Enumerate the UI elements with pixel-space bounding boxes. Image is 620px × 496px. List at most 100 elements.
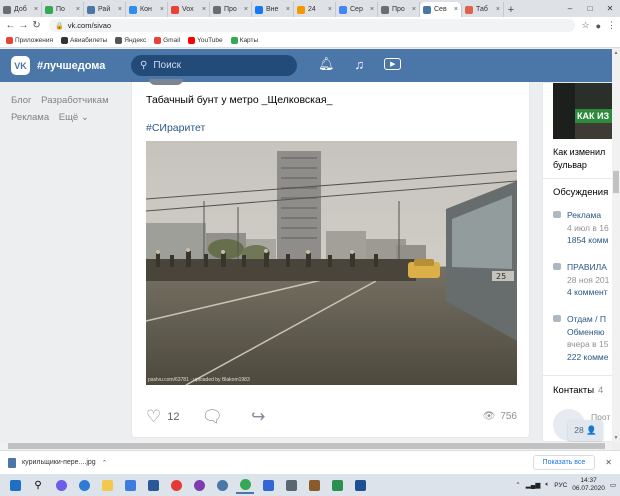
vk-search-input[interactable]: ⚲ Поиск — [131, 55, 297, 76]
contacts-header[interactable]: Контакты 4 — [553, 385, 613, 396]
related-article-image[interactable]: КАК ИЗ — [553, 83, 613, 139]
music-app-icon[interactable] — [213, 476, 231, 494]
views-counter: 👁︎ 756 — [483, 411, 517, 422]
reload-icon[interactable]: ↻ — [30, 20, 43, 31]
file-icon — [8, 457, 16, 468]
photos-icon[interactable] — [259, 476, 277, 494]
tab-close-icon[interactable]: × — [158, 6, 164, 13]
scroll-down-icon[interactable]: ▼ — [612, 435, 620, 441]
tab-close-icon[interactable]: × — [326, 6, 332, 13]
browser-tab[interactable]: По × — [42, 2, 84, 17]
more-link[interactable]: Ещё ⌄ — [59, 112, 89, 123]
tab-close-icon[interactable]: × — [368, 6, 374, 13]
tab-close-icon[interactable]: × — [116, 6, 122, 13]
tray-arrow-icon[interactable]: ⌃ — [515, 481, 520, 489]
bookmark-item[interactable]: Gmail — [154, 37, 180, 44]
forward-arrow-icon[interactable]: → — [17, 20, 30, 31]
post-hashtag[interactable]: #СИраритет — [146, 122, 205, 134]
show-all-button[interactable]: Показать все — [532, 455, 596, 470]
profile-icon[interactable]: ● — [596, 21, 601, 31]
ads-link[interactable]: Реклама — [11, 112, 49, 123]
browser-tab[interactable]: Вне × — [252, 2, 294, 17]
app-icon[interactable] — [351, 476, 369, 494]
bookmark-item[interactable]: YouTube — [188, 37, 223, 44]
minimize-button[interactable]: – — [560, 0, 580, 17]
vk-logo[interactable]: VK — [11, 56, 30, 75]
bookmark-item[interactable]: Приложения — [6, 37, 53, 44]
viber-icon[interactable] — [190, 476, 208, 494]
chevron-up-icon[interactable]: ⌃ — [102, 459, 108, 467]
browser-tab[interactable]: Vox × — [168, 2, 210, 17]
bell-icon[interactable]: 🔔︎ — [318, 56, 335, 72]
post-photo[interactable]: 25 pastvu.com/63781 · uploaded by Blakom… — [146, 141, 517, 385]
tab-close-icon[interactable]: × — [410, 6, 416, 13]
clock[interactable]: 14:37 06.07.2020 — [572, 477, 605, 493]
windows-start-icon[interactable] — [6, 476, 24, 494]
app-icon[interactable] — [328, 476, 346, 494]
tab-close-icon[interactable]: × — [284, 6, 290, 13]
vertical-scrollbar[interactable]: ▲ ▼ — [612, 49, 620, 442]
share-icon: ↪ — [251, 407, 266, 426]
discussion-item[interactable]: ПРАВИЛА 28 ноя 201 4 коммент — [553, 261, 613, 299]
online-friends-badge[interactable]: 28 👤 — [568, 420, 603, 441]
related-article-caption[interactable]: Как изменил бульвар — [553, 146, 613, 172]
discussion-item[interactable]: Отдам / П Обменяю вчера в 15 222 комме — [553, 313, 613, 363]
store-icon[interactable] — [121, 476, 139, 494]
browser-tab[interactable]: Сер × — [336, 2, 378, 17]
scrollbar-thumb[interactable] — [613, 171, 619, 193]
horizontal-scrollbar[interactable] — [0, 442, 612, 450]
scroll-up-icon[interactable]: ▲ — [612, 50, 620, 56]
like-button[interactable]: ♡ 12 — [146, 408, 180, 425]
notifications-icon[interactable]: ▭ — [610, 481, 616, 489]
app-icon[interactable] — [305, 476, 323, 494]
browser-tab[interactable]: Сев × — [420, 2, 462, 17]
maximize-button[interactable]: □ — [580, 0, 600, 17]
bookmark-item[interactable]: Яндекс — [115, 37, 146, 44]
close-icon[interactable]: ✕ — [605, 458, 612, 467]
tab-close-icon[interactable]: × — [32, 6, 38, 13]
download-filename[interactable]: курильщики-пере....jpg — [22, 459, 96, 466]
comment-button[interactable]: 🗨︎ — [202, 408, 230, 425]
task-view-icon[interactable] — [52, 476, 70, 494]
blog-link[interactable]: Блог — [11, 95, 32, 106]
browser-tab[interactable]: Рай × — [84, 2, 126, 17]
music-icon[interactable]: ♫ — [355, 57, 365, 72]
browser-tab[interactable]: Кон × — [126, 2, 168, 17]
new-tab-button[interactable]: + — [504, 2, 518, 17]
star-icon[interactable]: ☆ — [581, 20, 589, 31]
tab-close-icon[interactable]: × — [242, 6, 248, 13]
edge-icon[interactable] — [75, 476, 93, 494]
mail-icon[interactable] — [144, 476, 162, 494]
share-button[interactable]: ↪ — [251, 408, 271, 425]
browser-tab[interactable]: Таб × — [462, 2, 504, 17]
file-explorer-icon[interactable] — [98, 476, 116, 494]
browser-tab[interactable]: Про × — [378, 2, 420, 17]
back-arrow-icon[interactable]: ← — [4, 20, 17, 31]
volume-icon[interactable]: 🔈︎ — [545, 481, 549, 489]
menu-icon[interactable]: ⋮ — [607, 20, 616, 31]
video-icon[interactable]: ▶ — [384, 58, 402, 70]
url-input[interactable]: 🔒 vk.com/sivao — [49, 19, 576, 32]
network-icon[interactable]: ▂▄▆ — [526, 481, 541, 489]
yandex-icon[interactable] — [167, 476, 185, 494]
bookmark-item[interactable]: Карты — [230, 37, 258, 44]
vk-header-title[interactable]: #лучшедома — [37, 60, 105, 72]
close-window-button[interactable]: ✕ — [600, 0, 620, 17]
discussions-header[interactable]: Обсуждения3 — [553, 187, 613, 198]
browser-tab[interactable]: 24 × — [294, 2, 336, 17]
bookmark-item[interactable]: Авиабилеты — [61, 37, 107, 44]
tab-close-icon[interactable]: × — [74, 6, 80, 13]
search-icon[interactable]: ⚲ — [29, 476, 47, 494]
tab-close-icon[interactable]: × — [200, 6, 206, 13]
discussion-item[interactable]: Реклама 4 июл в 16 1854 комм — [553, 209, 613, 247]
chrome-icon[interactable] — [236, 476, 254, 494]
tab-close-icon[interactable]: × — [494, 6, 500, 13]
browser-tab[interactable]: Про × — [210, 2, 252, 17]
tab-close-icon[interactable]: × — [452, 6, 458, 13]
language-indicator[interactable]: РУС — [554, 482, 567, 489]
developers-link[interactable]: Разработчикам — [41, 95, 108, 106]
app-icon[interactable] — [282, 476, 300, 494]
browser-tab[interactable]: Доб × — [0, 2, 42, 17]
post-avatar[interactable] — [149, 79, 183, 85]
scrollbar-thumb[interactable] — [8, 443, 605, 449]
